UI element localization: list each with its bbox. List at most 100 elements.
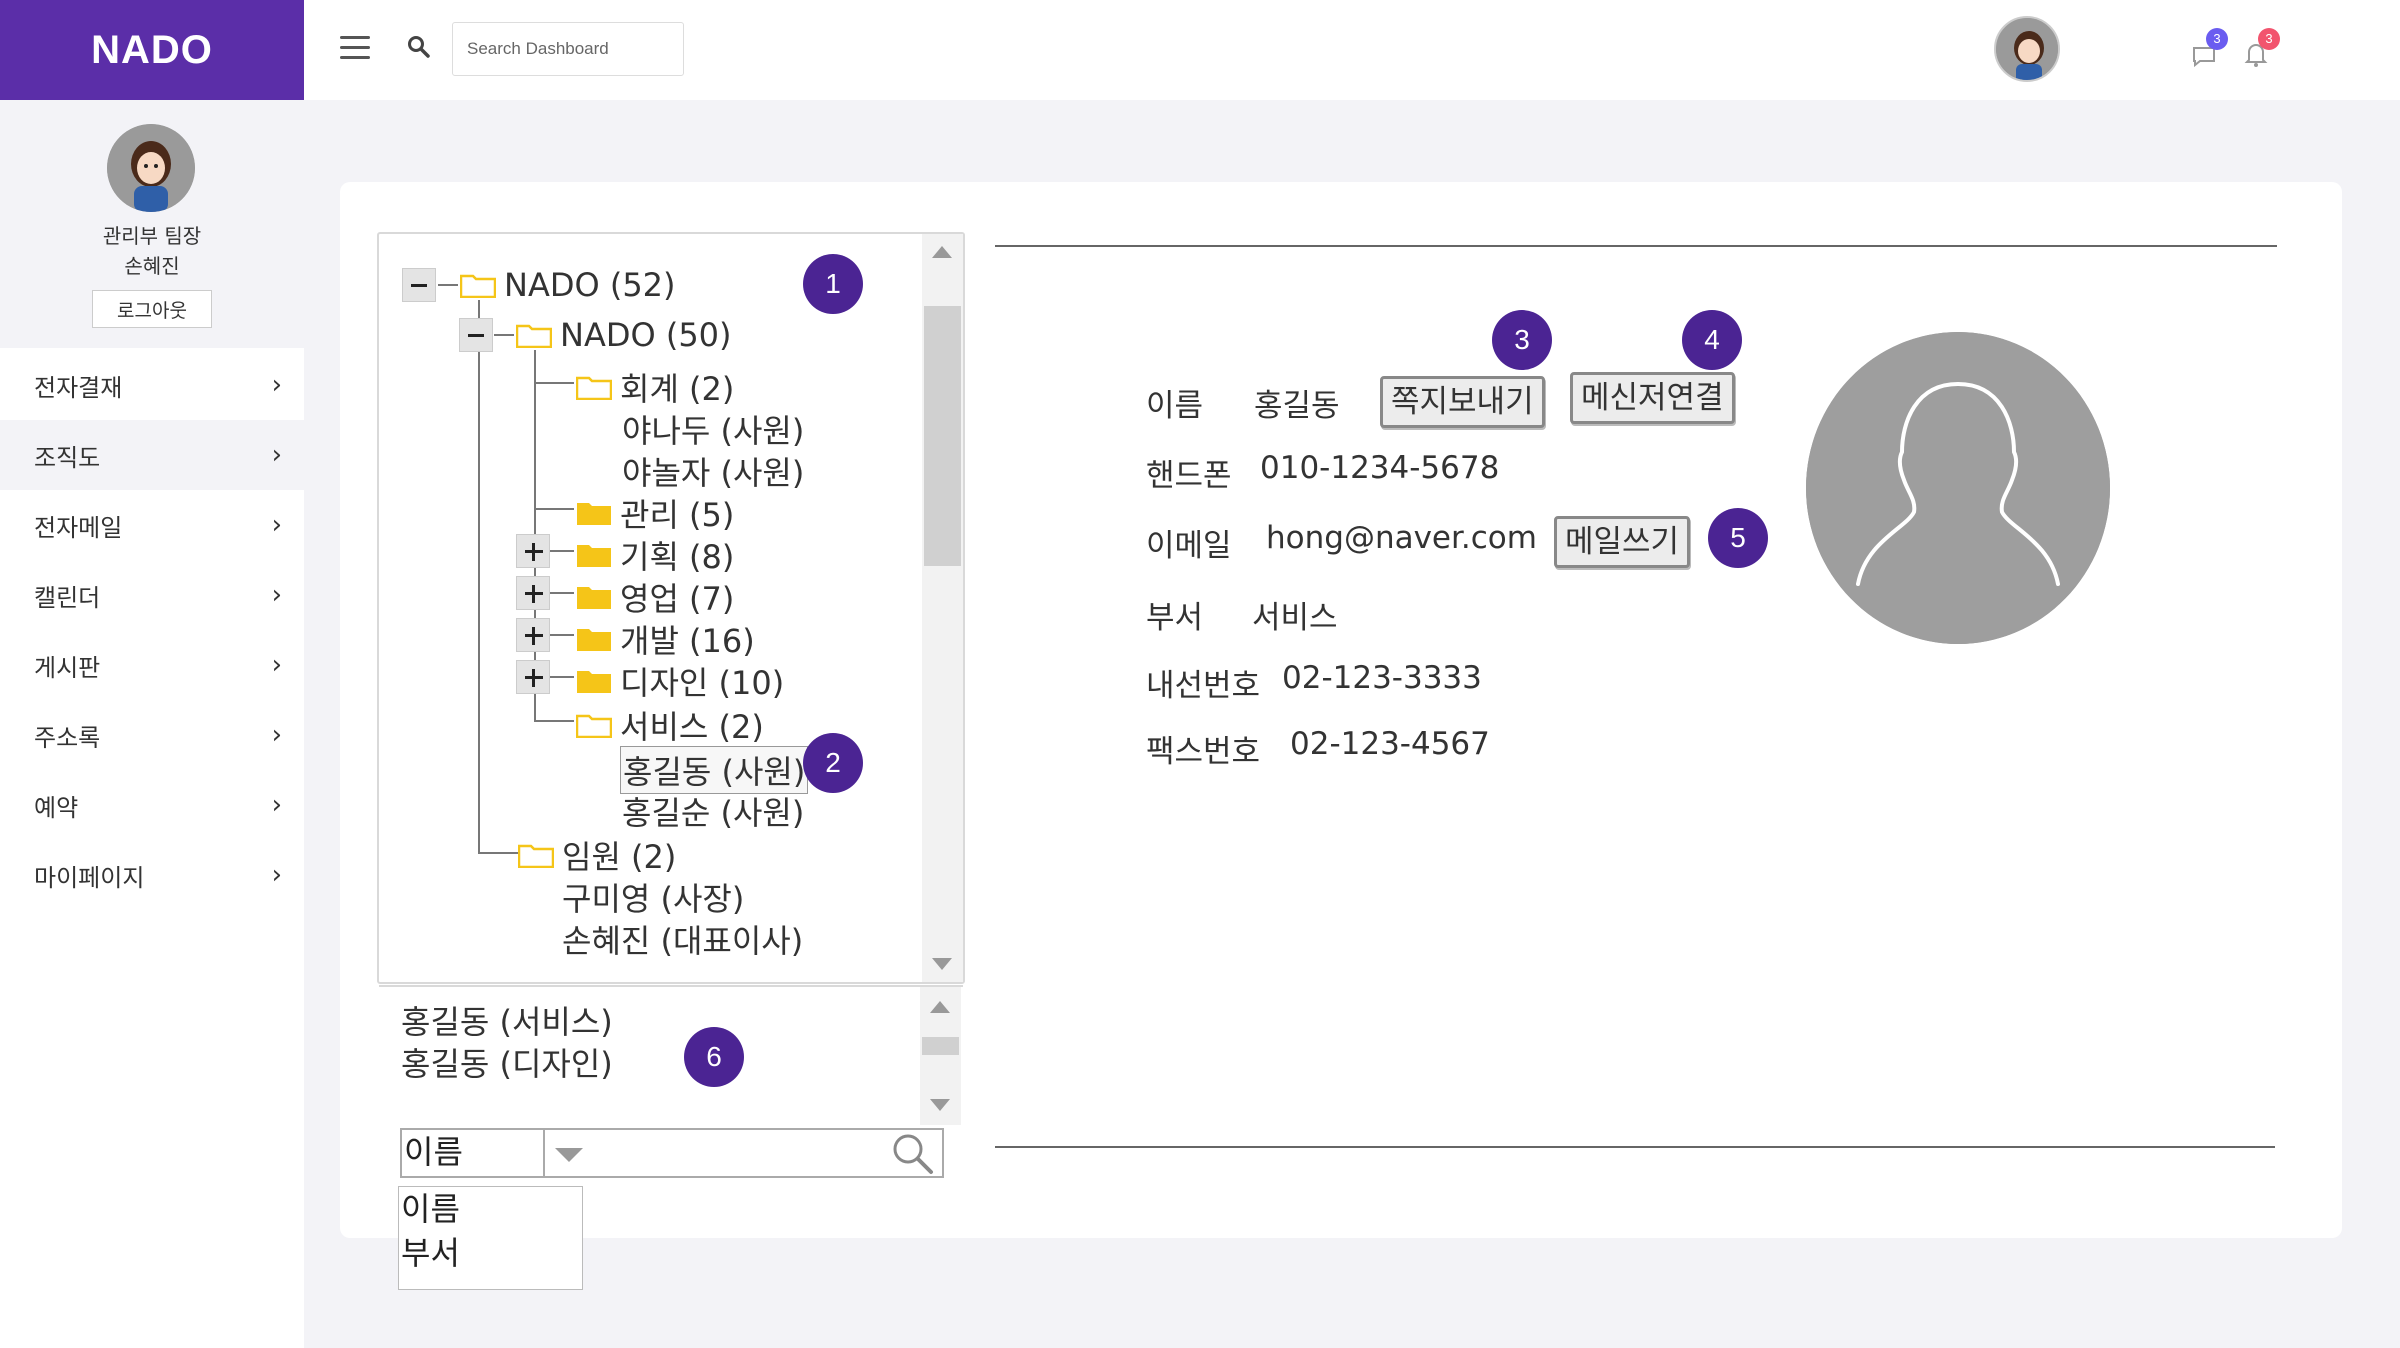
search-icon[interactable] [890,1131,934,1175]
email-label: 이메일 [1146,528,1232,564]
extension-value: 02-123-3333 [1282,660,1482,696]
sidebar-item-reservation[interactable]: 예약 › [0,770,304,840]
send-mail-button[interactable]: 메일쓰기 [1554,516,1691,568]
search-type-dropdown: 이름 부서 [398,1186,583,1290]
folder-open-icon [576,714,612,738]
sidebar-item-board[interactable]: 게시판 › [0,630,304,700]
sidebar-item-org-chart[interactable]: 조직도 › [0,420,304,490]
sidebar-item-email[interactable]: 전자메일 › [0,490,304,560]
list-item[interactable]: 홍길동 (디자인) [401,1039,613,1085]
menu-toggle-icon[interactable] [340,36,370,62]
tree-node-dept-development[interactable]: 개발 (16) [576,616,755,662]
chevron-down-icon[interactable] [543,1130,587,1176]
results-scroll-thumb[interactable] [922,1037,959,1055]
avatar-illustration [107,124,195,212]
user-avatar[interactable] [1994,16,2060,82]
tree-node-label: 야나두 (사원) [622,412,805,450]
folder-closed-icon [577,629,611,651]
tree-node-member[interactable]: 손혜진 (대표이사) [562,916,803,962]
sidebar-item-label: 전자메일 [34,513,123,542]
tree-connector [478,852,518,854]
tree-connector [494,334,514,336]
messages-button[interactable]: 3 [2190,28,2228,68]
profile-role: 관리부 팀장 [102,224,202,248]
dropdown-option[interactable]: 부서 [399,1231,582,1275]
messages-badge: 3 [2206,28,2228,50]
tree-connector [550,550,574,552]
profile-name: 손혜진 [124,254,180,278]
name-value: 홍길동 [1254,388,1340,424]
tree-node-member[interactable]: 야놀자 (사원) [622,448,804,494]
extension-label: 내선번호 [1146,668,1261,704]
chevron-right-icon: › [271,510,282,540]
search-icon[interactable] [406,34,432,60]
tree-node-label: 홍길동 (사원) [623,753,806,791]
tree-scroll-thumb[interactable] [924,306,961,566]
scroll-up-icon[interactable] [932,246,952,258]
expand-toggle[interactable] [516,534,550,568]
scroll-down-icon[interactable] [932,958,952,970]
scroll-up-icon[interactable] [930,1001,950,1013]
annotation-badge: 5 [1708,508,1768,568]
tree-node-dept-planning[interactable]: 기획 (8) [576,532,734,578]
results-scrollbar[interactable] [920,985,961,1125]
tree-node-label: 야놀자 (사원) [622,454,805,492]
app-logo[interactable]: NADO [0,0,304,100]
scroll-down-icon[interactable] [930,1099,950,1111]
chevron-right-icon: › [271,650,282,680]
collapse-toggle[interactable] [459,318,493,352]
sidebar-item-mypage[interactable]: 마이페이지 › [0,840,304,910]
folder-open-icon [460,274,496,298]
messenger-connect-button[interactable]: 메신저연결 [1570,372,1735,424]
expand-toggle[interactable] [516,660,550,694]
folder-closed-icon [577,545,611,567]
tree-node-dept-sales[interactable]: 영업 (7) [576,574,734,620]
dropdown-option[interactable]: 이름 [399,1187,582,1231]
send-note-button[interactable]: 쪽지보내기 [1380,376,1545,428]
tree-connector [478,300,480,852]
notifications-button[interactable]: 3 [2242,28,2280,68]
tree-node-label: 기획 (8) [620,538,735,576]
dept-value: 서비스 [1252,600,1338,636]
tree-scrollbar[interactable] [922,234,963,982]
sidebar-item-approval[interactable]: 전자결재 › [0,350,304,420]
expand-toggle[interactable] [516,618,550,652]
tree-connector [534,508,574,510]
sidebar-item-label: 예약 [34,793,79,822]
divider [379,985,963,987]
collapse-toggle[interactable] [402,268,436,302]
tree-node-member[interactable]: 야나두 (사원) [622,406,804,452]
tree-node-dept-management[interactable]: 관리 (5) [576,490,734,536]
tree-node-dept-accounting[interactable]: 회계 (2) [576,364,734,410]
sidebar-item-label: 주소록 [34,723,101,752]
search-results-list: 홍길동 (서비스) 홍길동 (디자인) [377,985,965,1135]
profile-panel: 관리부 팀장 손혜진 로그아웃 [0,100,304,348]
tree-node-label: 서비스 (2) [620,708,764,746]
tree-node-member-selected[interactable]: 홍길동 (사원) [620,746,809,794]
tree-node-dept-design[interactable]: 디자인 (10) [576,658,784,704]
tree-node-root[interactable]: NADO (52) [460,266,676,304]
expand-toggle[interactable] [516,576,550,610]
top-bar: 3 3 [304,0,2400,100]
tree-node-label: 임원 (2) [562,838,677,876]
tree-node-company[interactable]: NADO (50) [516,316,732,354]
list-item[interactable]: 홍길동 (서비스) [401,997,613,1043]
tree-node-dept-service[interactable]: 서비스 (2) [576,702,764,748]
tree-connector [550,676,574,678]
dashboard-search-input[interactable] [452,22,684,76]
name-label: 이름 [1146,388,1204,424]
sidebar-item-calendar[interactable]: 캘린더 › [0,560,304,630]
sidebar-item-address-book[interactable]: 주소록 › [0,700,304,770]
folder-open-icon [518,844,554,868]
sidebar-item-label: 마이페이지 [34,863,145,892]
sidebar-item-label: 게시판 [34,653,101,682]
folder-closed-icon [577,587,611,609]
logout-button[interactable]: 로그아웃 [92,290,212,328]
notifications-badge: 3 [2258,28,2280,50]
sidebar-item-label: 전자결재 [34,373,123,402]
tree-node-member[interactable]: 홍길순 (사원) [622,788,804,834]
tree-node-label: 홍길순 (사원) [622,794,805,832]
tree-node-dept-executives[interactable]: 임원 (2) [518,832,676,878]
tree-node-label: 구미영 (사장) [562,880,745,918]
tree-node-member[interactable]: 구미영 (사장) [562,874,744,920]
